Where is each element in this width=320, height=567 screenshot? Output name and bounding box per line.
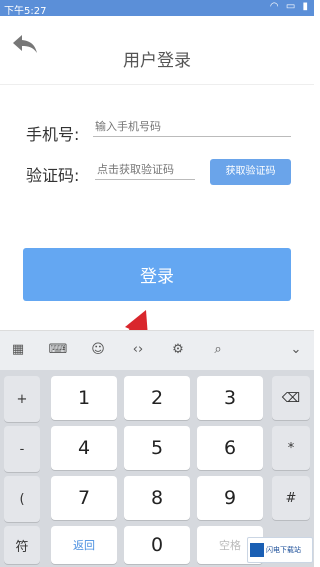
key-2[interactable]: 2 xyxy=(124,376,190,420)
keyboard-toolbar: ▦ ⌨ ☺ ‹› ⚙ ⌕ ⌄ xyxy=(0,330,314,371)
phone-input[interactable] xyxy=(93,118,291,137)
backspace-icon: ⌫ xyxy=(281,390,301,406)
cursor-icon[interactable]: ‹› xyxy=(127,339,149,361)
keyboard-icon[interactable]: ⌨ xyxy=(47,339,69,361)
logo-icon xyxy=(250,543,264,557)
login-button[interactable]: 登录 xyxy=(23,248,291,301)
search-icon[interactable]: ⌕ xyxy=(207,339,229,361)
header-divider xyxy=(0,84,314,85)
watermark-logo: 闪电下载站 xyxy=(247,537,313,563)
battery-low-icon: ▭ xyxy=(285,1,298,12)
key-1[interactable]: 1 xyxy=(51,376,117,420)
key-plus[interactable]: + xyxy=(4,376,40,422)
key-hash[interactable]: # xyxy=(272,476,310,520)
page-title: 用户登录 xyxy=(123,51,191,71)
settings-icon[interactable]: ⚙ xyxy=(167,339,189,361)
status-bar: 下午5:27 ◠ ▭ ▮ xyxy=(0,0,314,17)
key-7[interactable]: 7 xyxy=(51,476,117,520)
key-3[interactable]: 3 xyxy=(197,376,263,420)
key-minus[interactable]: - xyxy=(4,426,40,472)
key-6[interactable]: 6 xyxy=(197,426,263,470)
get-code-button[interactable]: 获取验证码 xyxy=(210,159,291,185)
wifi-icon: ◠ xyxy=(269,1,281,12)
chevron-down-icon[interactable]: ⌄ xyxy=(285,339,307,361)
key-5[interactable]: 5 xyxy=(124,426,190,470)
status-time: 下午5:27 xyxy=(4,6,47,17)
key-4[interactable]: 4 xyxy=(51,426,117,470)
key-0[interactable]: 0 xyxy=(124,526,190,564)
key-asterisk[interactable]: * xyxy=(272,426,310,470)
status-icons: ◠ ▭ ▮ xyxy=(270,1,310,12)
key-paren[interactable]: ( xyxy=(4,476,40,522)
return-label: 返回 xyxy=(73,539,95,552)
key-9[interactable]: 9 xyxy=(197,476,263,520)
key-8[interactable]: 8 xyxy=(124,476,190,520)
code-input[interactable] xyxy=(95,161,195,180)
return-key[interactable]: 返回 xyxy=(51,526,117,564)
phone-label: 手机号: xyxy=(26,125,80,144)
watermark-text: 闪电下载站 xyxy=(266,546,301,554)
key-symbols[interactable]: 符 xyxy=(4,526,40,564)
emoji-icon[interactable]: ☺ xyxy=(87,339,109,361)
backspace-key[interactable]: ⌫ xyxy=(272,376,310,420)
signal-icon: ▮ xyxy=(302,1,310,12)
code-label: 验证码: xyxy=(26,166,80,185)
space-label: 空格 xyxy=(219,539,241,552)
grid-icon[interactable]: ▦ xyxy=(7,339,29,361)
